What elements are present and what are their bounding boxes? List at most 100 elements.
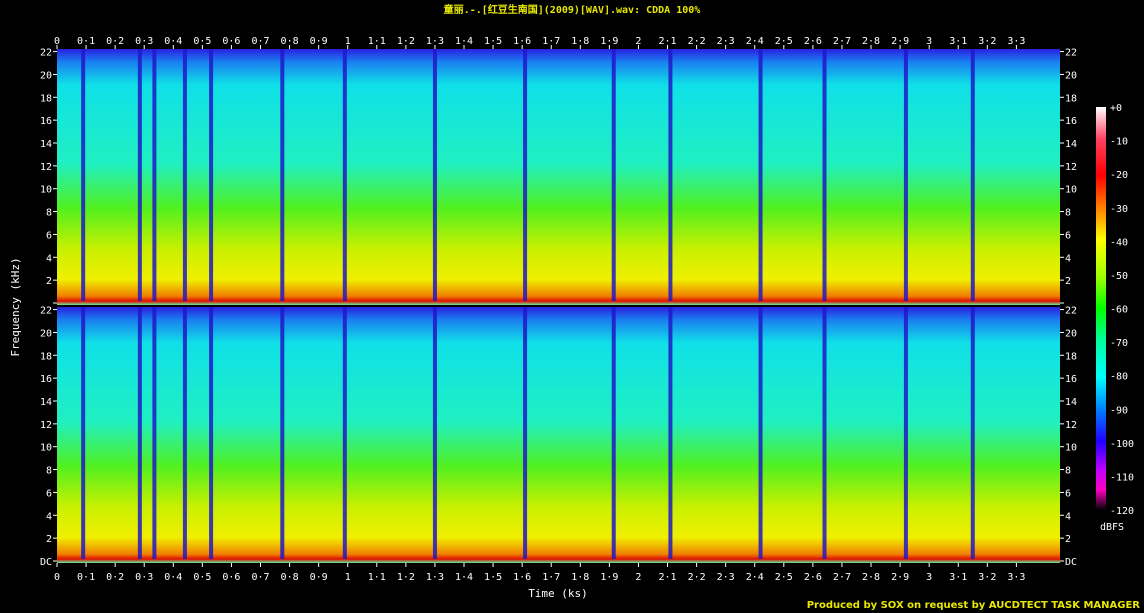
track-boundary (903, 307, 908, 559)
track-boundary (81, 49, 86, 301)
x-tick-label: 2·7 (833, 572, 851, 583)
y-tick-label: DC (1065, 557, 1077, 568)
x-tick-label: 3·3 (1007, 36, 1025, 47)
y-tick-label: 4 (1065, 511, 1071, 522)
x-tick-label: 2·8 (862, 572, 880, 583)
colorbar-tick-label: -10 (1110, 137, 1128, 148)
y-tick-label: 8 (46, 208, 52, 219)
x-tick-label: 0·1 (77, 36, 95, 47)
y-tick-label: 10 (40, 185, 52, 196)
x-tick-label: 1·5 (484, 36, 502, 47)
y-tick-label: 14 (1065, 139, 1077, 150)
colorbar-tick-label: -40 (1110, 237, 1128, 248)
y-tick-label: 16 (40, 116, 52, 127)
track-boundary (668, 49, 673, 301)
y-tick-label: 18 (1065, 351, 1077, 362)
x-tick-label: 2·6 (804, 36, 822, 47)
y-tick-label: 12 (40, 420, 52, 431)
y-tick-label: 20 (40, 328, 52, 339)
colorbar-tick-label: -30 (1110, 204, 1128, 215)
x-axis-label: Time (ks) (528, 587, 588, 600)
y-tick-label: 22 (40, 306, 52, 317)
track-boundary (137, 307, 142, 559)
y-tick-label: 22 (1065, 48, 1077, 59)
x-tick-label: 2·3 (717, 572, 735, 583)
track-boundary (342, 307, 347, 559)
x-tick-label: 1·9 (600, 36, 618, 47)
x-tick-label: 3 (926, 36, 932, 47)
colorbar-tick-label: -120 (1110, 506, 1134, 517)
y-tick-label: 14 (1065, 397, 1077, 408)
x-tick-label: 2·5 (775, 572, 793, 583)
track-boundary (523, 307, 528, 559)
x-tick-label: 1·3 (426, 36, 444, 47)
x-tick-label: 1·2 (397, 36, 415, 47)
x-tick-label: 1 (345, 36, 351, 47)
colorbar-tick-label: -20 (1110, 170, 1128, 181)
y-tick-label: 2 (46, 276, 52, 287)
x-tick-label: 2·9 (891, 36, 909, 47)
x-tick-label: 0·3 (135, 572, 153, 583)
y-tick-label: 8 (1065, 208, 1071, 219)
x-tick-label: 3·2 (978, 36, 996, 47)
x-axis-bottom: 0 0·1 0·2 0·3 0·4 0·5 0·6 0·7 0·8 0·9 1 1·1 1·2 1·3 1·… (54, 563, 1025, 583)
x-tick-label: 3 (926, 572, 932, 583)
x-tick-label: 2·9 (891, 572, 909, 583)
y-tick-label: 4 (1065, 253, 1071, 264)
y-tick-label: 2 (1065, 276, 1071, 287)
x-tick-label: 1 (345, 572, 351, 583)
x-tick-label: 1·8 (571, 572, 589, 583)
x-tick-label: 0·6 (222, 572, 240, 583)
y-tick-label: 12 (1065, 162, 1077, 173)
track-boundary (970, 307, 975, 559)
x-tick-label: 2·4 (746, 36, 764, 47)
track-boundary (668, 307, 673, 559)
y-tick-label: 14 (40, 139, 52, 150)
x-tick-label: 0·9 (310, 36, 328, 47)
colorbar-tick-label: -70 (1110, 338, 1128, 349)
track-boundary (822, 49, 827, 301)
x-tick-label: 2·8 (862, 36, 880, 47)
colorbar-tick-label: -90 (1110, 405, 1128, 416)
track-boundary (432, 307, 437, 559)
x-tick-label: 3·1 (949, 572, 967, 583)
x-tick-label: 2 (635, 36, 641, 47)
track-boundary (280, 307, 285, 559)
y-tick-label: 10 (1065, 443, 1077, 454)
track-boundary (137, 49, 142, 301)
track-boundary (970, 49, 975, 301)
x-tick-label: 1·1 (368, 572, 386, 583)
colorbar-tick-label: -60 (1110, 305, 1128, 316)
x-tick-label: 0·6 (222, 36, 240, 47)
y-tick-label: 20 (40, 70, 52, 81)
x-tick-label: 0·4 (164, 572, 182, 583)
x-tick-label: 0 (54, 36, 60, 47)
track-boundary (182, 49, 187, 301)
x-tick-label: 1·8 (571, 36, 589, 47)
track-boundary (152, 307, 157, 559)
track-boundary (758, 307, 763, 559)
x-tick-label: 0·2 (106, 36, 124, 47)
colorbar (1096, 107, 1106, 510)
x-tick-label: 1·4 (455, 36, 473, 47)
x-tick-label: 0·5 (193, 572, 211, 583)
x-tick-label: 0·9 (310, 572, 328, 583)
y-tick-label: 6 (1065, 488, 1071, 499)
colorbar-tick-label: -100 (1110, 439, 1134, 450)
track-boundary (209, 49, 214, 301)
y-tick-label: 18 (40, 93, 52, 104)
y-tick-label: 22 (1065, 306, 1077, 317)
y-tick-label: 16 (1065, 374, 1077, 385)
track-boundary (611, 307, 616, 559)
x-tick-label: 3·1 (949, 36, 967, 47)
y-tick-label: DC (40, 557, 52, 568)
x-tick-label: 0·4 (164, 36, 182, 47)
y-tick-label: 12 (40, 162, 52, 173)
x-tick-label: 2·7 (833, 36, 851, 47)
y-tick-label: 10 (40, 443, 52, 454)
y-tick-label: 8 (46, 466, 52, 477)
x-tick-label: 0·3 (135, 36, 153, 47)
y-axis-label: Frequency (kHz) (9, 257, 22, 356)
y-tick-label: 4 (46, 511, 52, 522)
y-tick-label: 14 (40, 397, 52, 408)
